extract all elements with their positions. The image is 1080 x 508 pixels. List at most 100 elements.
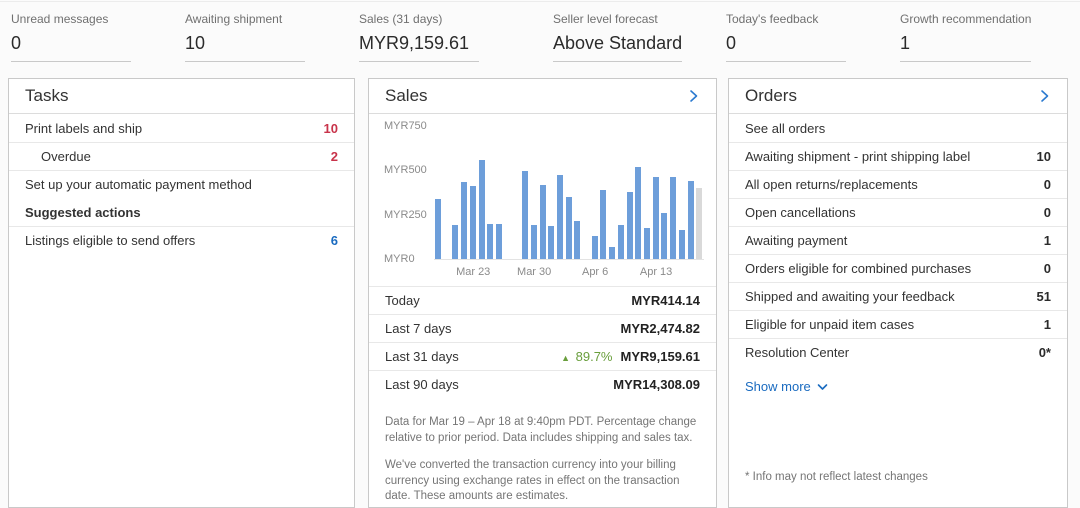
show-more-label: Show more xyxy=(745,379,811,394)
sales-summary-row-last-31-days: Last 31 days▲ 89.7%MYR9,159.61 xyxy=(369,342,716,370)
orders-footnote: * Info may not reflect latest changes xyxy=(745,471,928,483)
list-row-open-cancellations[interactable]: Open cancellations 0 xyxy=(729,198,1067,226)
chevron-down-icon xyxy=(817,383,828,391)
chart-bar-mar-25 xyxy=(487,224,493,259)
sales-panel-title: Sales xyxy=(385,86,428,106)
x-axis-tick: Mar 23 xyxy=(456,266,490,278)
stat-value[interactable]: 10 xyxy=(185,33,305,62)
row-count: 2 xyxy=(331,149,338,164)
chart-bar-apr-8 xyxy=(609,247,615,259)
list-row-awaiting-shipment-print-shipping-label[interactable]: Awaiting shipment - print shipping label… xyxy=(729,142,1067,170)
chart-bar-apr-7 xyxy=(600,190,606,259)
row-label: Resolution Center xyxy=(745,345,849,360)
stat-label: Awaiting shipment xyxy=(185,12,305,26)
summary-change: ▲ 89.7% xyxy=(561,349,612,364)
stat-awaiting-shipment: Awaiting shipment 10 xyxy=(185,12,305,62)
row-count: 51 xyxy=(1037,289,1051,304)
list-row-resolution-center[interactable]: Resolution Center0* xyxy=(729,338,1067,366)
tasks-panel-title: Tasks xyxy=(25,86,68,106)
x-axis-tick: Apr 13 xyxy=(640,266,672,278)
stat-label: Unread messages xyxy=(11,12,131,26)
stat-growth-recommendation: Growth recommendation 1 xyxy=(900,12,1031,62)
list-row-print-labels-and-ship[interactable]: Print labels and ship 10 xyxy=(9,114,354,142)
row-label: Eligible for unpaid item cases xyxy=(745,317,914,332)
row-label: All open returns/replacements xyxy=(745,177,918,192)
summary-label: Today xyxy=(385,293,420,308)
row-label: Awaiting shipment - print shipping label xyxy=(745,149,970,164)
stat-value[interactable]: 1 xyxy=(900,33,1031,62)
list-row-listings-eligible-to-send-offers[interactable]: Listings eligible to send offers6 xyxy=(9,226,354,254)
list-row-eligible-for-unpaid-item-cases[interactable]: Eligible for unpaid item cases1 xyxy=(729,310,1067,338)
stat-value[interactable]: 0 xyxy=(726,33,846,62)
stat-label: Growth recommendation xyxy=(900,12,1031,26)
list-row-set-up-your-automatic-payment-method[interactable]: Set up your automatic payment method xyxy=(9,170,354,198)
x-axis-tick: Apr 6 xyxy=(582,266,608,278)
tasks-rows: Print labels and ship 10 Overdue2 Set up yo… xyxy=(9,114,354,254)
chart-bar-apr-6 xyxy=(592,236,598,259)
sales-footnote-2: We've converted the transaction currency… xyxy=(385,458,700,506)
sales-summary-row-last-90-days: Last 90 daysMYR14,308.09 xyxy=(369,370,716,398)
stat-sales-31-days: Sales (31 days) MYR9,159.61 xyxy=(359,12,479,62)
stat-value[interactable]: Above Standard xyxy=(553,33,682,62)
summary-value: MYR14,308.09 xyxy=(613,377,700,392)
stat-value[interactable]: 0 xyxy=(11,33,131,62)
chart-bar-mar-21 xyxy=(452,225,458,259)
row-label: Shipped and awaiting your feedback xyxy=(745,289,955,304)
chevron-right-icon[interactable] xyxy=(1037,89,1051,103)
sales-panel-header: Sales xyxy=(369,79,716,114)
list-row-overdue[interactable]: Overdue2 xyxy=(9,142,354,170)
row-count: 0 xyxy=(1044,205,1051,220)
stat-value[interactable]: MYR9,159.61 xyxy=(359,33,479,62)
row-label: See all orders xyxy=(745,121,825,136)
chart-bar-mar-24 xyxy=(479,160,485,259)
list-row-orders-eligible-for-combined-purchases[interactable]: Orders eligible for combined purchases0 xyxy=(729,254,1067,282)
list-row-shipped-and-awaiting-your-feedback[interactable]: Shipped and awaiting your feedback 51 xyxy=(729,282,1067,310)
row-label: Awaiting payment xyxy=(745,233,847,248)
chart-bar-mar-26 xyxy=(496,224,502,259)
list-row-awaiting-payment[interactable]: Awaiting payment 1 xyxy=(729,226,1067,254)
row-label: Set up your automatic payment method xyxy=(25,177,252,192)
x-axis-tick: Mar 30 xyxy=(517,266,551,278)
sales-chart: MYR750 MYR500 MYR250 MYR0 Mar 23 Mar 30 Apr 6… xyxy=(369,114,716,286)
chevron-right-icon[interactable] xyxy=(686,89,700,103)
y-axis-tick: MYR750 xyxy=(384,119,427,133)
chart-bar-mar-30 xyxy=(531,225,537,259)
stat-seller-level-forecast: Seller level forecast Above Standard xyxy=(553,12,682,62)
sales-footnotes: Data for Mar 19 – Apr 18 at 9:40pm PDT. … xyxy=(385,415,700,505)
row-label: Suggested actions xyxy=(25,205,141,220)
chart-bar-apr-10 xyxy=(627,192,633,259)
row-count: 10 xyxy=(324,121,338,136)
sales-summary-row-today: TodayMYR414.14 xyxy=(369,286,716,314)
list-row-all-open-returns-replacements[interactable]: All open returns/replacements0 xyxy=(729,170,1067,198)
chart-bar-apr-2 xyxy=(557,175,563,259)
chart-bar-apr-9 xyxy=(618,225,624,259)
stat-label: Sales (31 days) xyxy=(359,12,479,26)
show-more-link[interactable]: Show more xyxy=(745,379,828,394)
y-axis-tick: MYR0 xyxy=(384,252,415,266)
row-label: Listings eligible to send offers xyxy=(25,233,195,248)
stat-label: Seller level forecast xyxy=(553,12,682,26)
chart-bar-mar-19 xyxy=(435,199,441,259)
orders-rows: See all orders Awaiting shipment - print … xyxy=(729,114,1067,366)
chart-bar-mar-22 xyxy=(461,182,467,259)
chart-bar-apr-18 xyxy=(696,188,702,259)
y-axis-tick: MYR250 xyxy=(384,208,427,222)
list-row-see-all-orders[interactable]: See all orders xyxy=(729,114,1067,142)
tasks-panel: Tasks Print labels and ship 10 Overdue2 Set… xyxy=(8,78,355,508)
row-label: Open cancellations xyxy=(745,205,856,220)
orders-panel: Orders See all ordersAwaiting shipment -… xyxy=(728,78,1068,508)
chart-bar-apr-17 xyxy=(688,181,694,259)
row-count: 0 xyxy=(1044,261,1051,276)
row-count: 10 xyxy=(1037,149,1051,164)
sales-summary: TodayMYR414.14Last 7 daysMYR2,474.82 Last… xyxy=(369,286,716,398)
chart-bar-apr-16 xyxy=(679,230,685,259)
top-divider xyxy=(0,1,1080,2)
y-axis-tick: MYR500 xyxy=(384,163,427,177)
row-label: Print labels and ship xyxy=(25,121,142,136)
row-count: 1 xyxy=(1044,233,1051,248)
sales-chart-plot xyxy=(434,126,704,260)
chart-bar-apr-12 xyxy=(644,228,650,259)
sales-summary-row-last-7-days: Last 7 daysMYR2,474.82 xyxy=(369,314,716,342)
chart-bar-apr-14 xyxy=(661,213,667,259)
summary-value: MYR9,159.61 xyxy=(621,349,701,364)
